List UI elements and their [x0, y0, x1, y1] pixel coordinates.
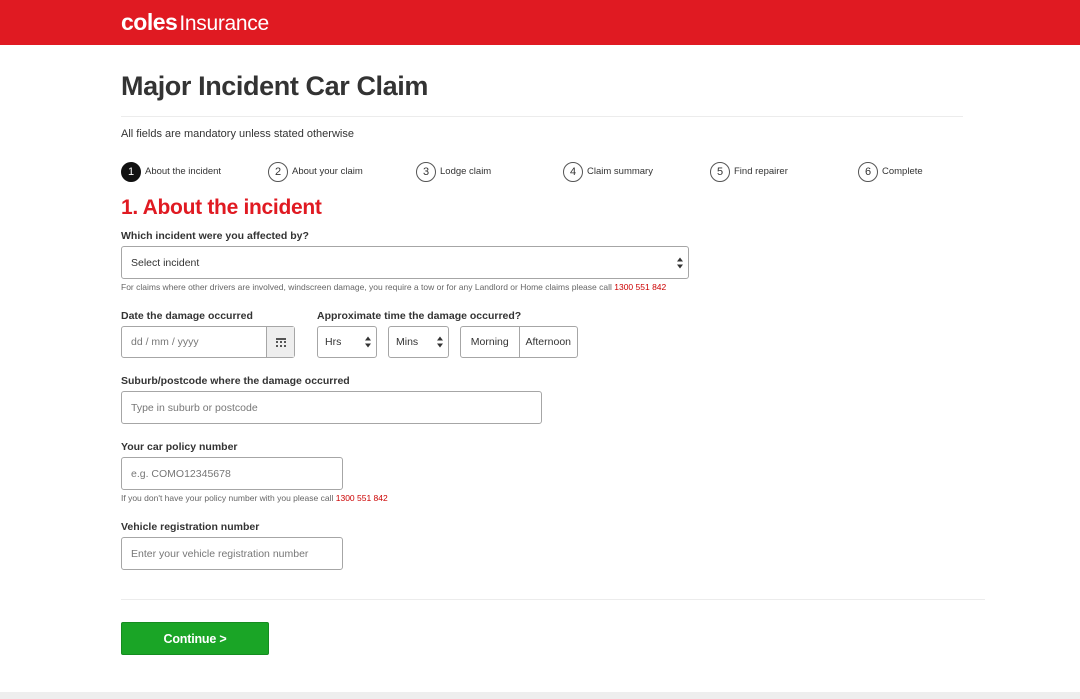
suburb-input[interactable]: Type in suburb or postcode — [121, 391, 542, 424]
incident-select[interactable]: Select incident — [121, 246, 689, 279]
suburb-placeholder: Type in suburb or postcode — [131, 401, 258, 414]
select-arrows-icon — [365, 336, 371, 348]
rego-input[interactable]: Enter your vehicle registration number — [121, 537, 343, 570]
suburb-label: Suburb/postcode where the damage occurre… — [121, 375, 350, 387]
step-label: Complete — [882, 166, 923, 177]
morning-option[interactable]: Morning — [461, 327, 519, 357]
step-number: 5 — [710, 161, 730, 182]
step-complete: 6 Complete — [858, 161, 923, 182]
step-number: 4 — [563, 161, 583, 182]
header-bar: colesInsurance — [0, 0, 1080, 45]
step-number: 6 — [858, 161, 878, 182]
progress-steps: 1 About the incident 2 About your claim … — [121, 161, 963, 182]
step-number: 2 — [268, 161, 288, 182]
section-title: 1. About the incident — [121, 196, 322, 219]
policy-help-message: If you don't have your policy number wit… — [121, 493, 334, 503]
step-label: Claim summary — [587, 166, 653, 177]
coles-insurance-logo[interactable]: colesInsurance — [121, 9, 269, 37]
form-divider — [121, 599, 985, 600]
date-input[interactable]: dd / mm / yyyy — [122, 327, 267, 357]
incident-help-message: For claims where other drivers are invol… — [121, 282, 612, 292]
step-number: 3 — [416, 161, 436, 182]
footer-strip — [0, 692, 1080, 699]
hours-select-value: Hrs — [325, 336, 342, 348]
step-label: About your claim — [292, 166, 363, 177]
policy-help-text: If you don't have your policy number wit… — [121, 493, 388, 503]
minutes-select-value: Mins — [396, 336, 419, 348]
date-placeholder: dd / mm / yyyy — [131, 336, 199, 348]
step-lodge-claim: 3 Lodge claim — [416, 161, 491, 182]
calendar-button[interactable] — [266, 327, 294, 357]
step-about-claim: 2 About your claim — [268, 161, 363, 182]
step-number: 1 — [121, 161, 141, 182]
select-arrows-icon — [677, 257, 683, 268]
step-claim-summary: 4 Claim summary — [563, 161, 653, 182]
select-arrows-icon — [437, 336, 443, 348]
logo-brand: coles — [121, 9, 178, 35]
continue-button[interactable]: Continue > — [121, 622, 269, 655]
hours-select[interactable]: Hrs — [317, 326, 377, 358]
time-label: Approximate time the damage occurred? — [317, 310, 522, 322]
date-picker: dd / mm / yyyy — [121, 326, 295, 358]
calendar-icon — [275, 337, 286, 347]
page-title: Major Incident Car Claim — [121, 71, 428, 101]
date-label: Date the damage occurred — [121, 310, 253, 322]
logo-product: Insurance — [179, 12, 269, 35]
step-find-repairer: 5 Find repairer — [710, 161, 788, 182]
policy-label: Your car policy number — [121, 441, 238, 453]
incident-label: Which incident were you affected by? — [121, 230, 309, 242]
step-about-incident: 1 About the incident — [121, 161, 221, 182]
step-label: Find repairer — [734, 166, 788, 177]
rego-label: Vehicle registration number — [121, 521, 260, 533]
mandatory-note: All fields are mandatory unless stated o… — [121, 128, 354, 140]
incident-help-text: For claims where other drivers are invol… — [121, 282, 666, 292]
minutes-select[interactable]: Mins — [388, 326, 449, 358]
time-of-day-toggle: Morning Afternoon — [460, 326, 578, 358]
title-divider — [121, 116, 963, 117]
step-label: About the incident — [145, 166, 222, 177]
afternoon-option[interactable]: Afternoon — [518, 327, 578, 357]
rego-placeholder: Enter your vehicle registration number — [131, 547, 309, 560]
policy-help-phone-link[interactable]: 1300 551 842 — [336, 493, 388, 503]
step-label: Lodge claim — [440, 166, 492, 177]
incident-select-value: Select incident — [131, 256, 200, 269]
policy-number-input[interactable]: e.g. COMO12345678 — [121, 457, 343, 490]
policy-placeholder: e.g. COMO12345678 — [131, 467, 231, 480]
incident-help-phone-link[interactable]: 1300 551 842 — [614, 282, 666, 292]
